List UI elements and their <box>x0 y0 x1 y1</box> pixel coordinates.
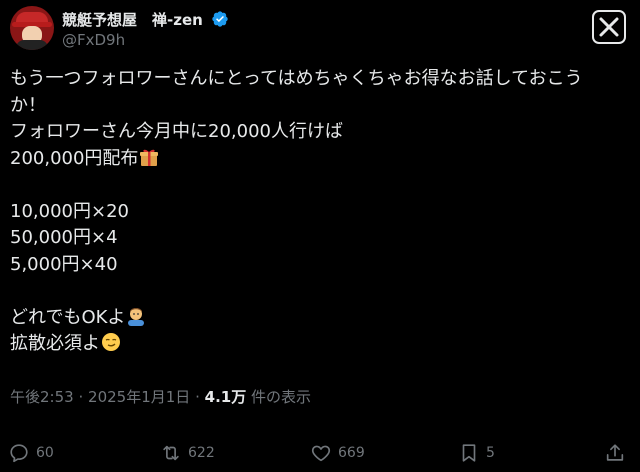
tweet-line: 10,000円×20 <box>10 200 129 222</box>
tweet-text: もう一つフォロワーさんにとってはめちゃくちゃお得なお話しておこう か！ フォロワ… <box>10 66 620 358</box>
reply-count: 60 <box>36 445 54 461</box>
meta-separator: · <box>195 388 200 406</box>
tweet-line: 5,000円×40 <box>10 253 118 275</box>
views-label: 件の表示 <box>251 388 312 406</box>
verified-badge-icon <box>212 11 228 27</box>
bookmark-button[interactable]: 5 <box>458 438 495 468</box>
share-icon <box>606 444 624 461</box>
tweet-line: 拡散必須よ <box>10 331 620 358</box>
heart-icon <box>311 445 331 462</box>
display-name[interactable]: 競艇予想屋 禅-zen <box>62 9 203 30</box>
tweet-line: どれでもOKよ <box>10 305 620 332</box>
tweet-line: 200,000円配布 <box>10 146 620 173</box>
reply-button[interactable]: 60 <box>8 438 54 468</box>
tweet-meta: 午後2:53 · 2025年1月1日 · 4.1万 件の表示 <box>10 386 311 407</box>
bookmark-count: 5 <box>486 445 495 461</box>
handle[interactable]: @FxD9h <box>62 31 125 49</box>
x-logo-icon[interactable] <box>592 10 626 44</box>
tweet-header: 競艇予想屋 禅-zen @FxD9h <box>10 4 630 50</box>
bookmark-icon <box>462 444 476 462</box>
tweet-line <box>10 172 620 199</box>
person-emoji-icon <box>128 307 145 326</box>
repost-count: 622 <box>188 445 215 461</box>
avatar[interactable] <box>10 6 54 50</box>
repost-button[interactable]: 622 <box>160 438 215 468</box>
views-count[interactable]: 4.1万 <box>205 388 247 406</box>
tweet-line: フォロワーさん今月中に20,000人行けば <box>10 121 343 142</box>
tweet-time[interactable]: 午後2:53 <box>10 388 74 406</box>
reply-icon <box>10 444 28 463</box>
tweet-line: 50,000円×4 <box>10 227 118 248</box>
tweet-line: もう一つフォロワーさんにとってはめちゃくちゃお得なお話しておこう <box>10 68 583 89</box>
tweet-line: か！ <box>10 94 46 116</box>
like-count: 669 <box>338 445 365 461</box>
like-button[interactable]: 669 <box>310 438 365 468</box>
action-bar: 60 622 669 5 <box>0 438 640 468</box>
smirk-emoji-icon <box>102 333 120 351</box>
tweet-date[interactable]: 2025年1月1日 <box>88 388 190 406</box>
gift-emoji-icon <box>140 149 159 166</box>
share-button[interactable] <box>604 438 626 468</box>
repost-icon <box>163 445 179 461</box>
tweet-line <box>10 278 620 305</box>
name-line: 競艇予想屋 禅-zen <box>62 8 229 30</box>
meta-separator: · <box>78 388 84 406</box>
